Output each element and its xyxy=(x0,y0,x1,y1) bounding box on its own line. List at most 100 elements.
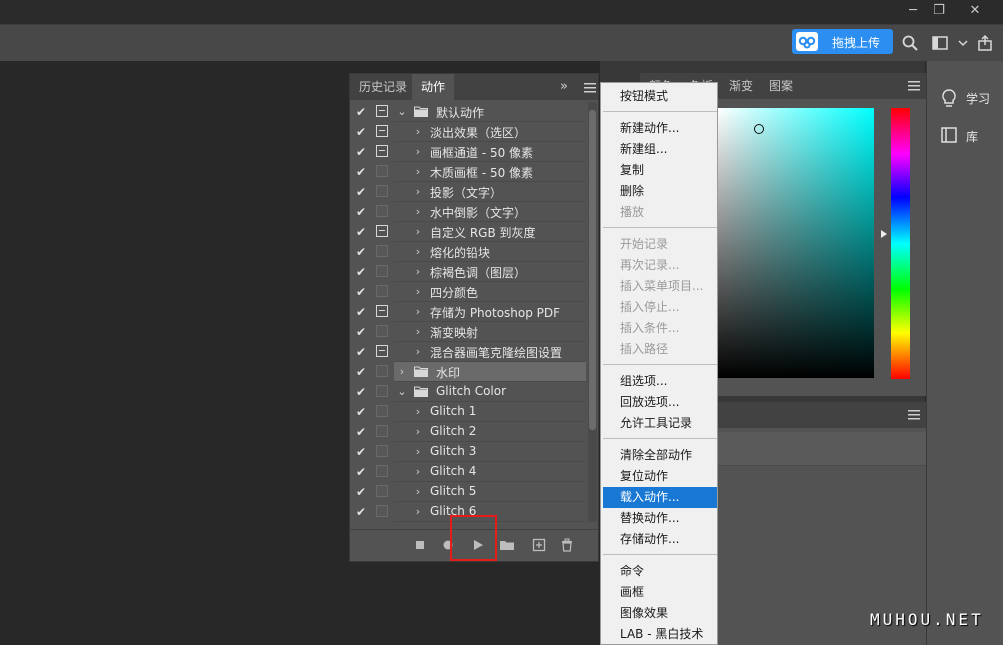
toggle-checkmark-icon[interactable]: ✔ xyxy=(356,365,370,379)
toggle-checkmark-icon[interactable]: ✔ xyxy=(356,165,370,179)
panel-menu-icon[interactable] xyxy=(584,83,596,93)
chevron-right-icon[interactable]: › xyxy=(412,464,424,480)
menu-item[interactable]: 命令 xyxy=(603,561,717,582)
chevron-right-icon[interactable]: › xyxy=(412,444,424,460)
dialog-toggle-icon[interactable] xyxy=(376,425,388,437)
dialog-toggle-icon[interactable] xyxy=(376,405,388,417)
toggle-checkmark-icon[interactable]: ✔ xyxy=(356,425,370,439)
restore-button[interactable]: ❐ xyxy=(924,0,954,22)
toggle-checkmark-icon[interactable]: ✔ xyxy=(356,145,370,159)
action-row[interactable]: ✔ › 四分颜色 xyxy=(350,282,586,302)
chevron-right-icon[interactable]: › xyxy=(412,264,424,280)
new-action-icon[interactable] xyxy=(531,537,547,553)
toggle-checkmark-icon[interactable]: ✔ xyxy=(356,125,370,139)
chevron-right-icon[interactable]: › xyxy=(412,204,424,220)
toggle-checkmark-icon[interactable]: ✔ xyxy=(356,505,370,519)
menu-item[interactable]: 组选项... xyxy=(603,371,717,392)
chevron-right-icon[interactable]: › xyxy=(412,144,424,160)
action-row[interactable]: ✔ › Glitch 4 xyxy=(350,462,586,482)
panel-menu-icon[interactable] xyxy=(908,410,920,420)
menu-item[interactable]: 删除 xyxy=(603,181,717,202)
action-row[interactable]: ✔ › Glitch 2 xyxy=(350,422,586,442)
color-field[interactable] xyxy=(718,108,874,378)
share-icon[interactable] xyxy=(976,34,994,52)
actions-scrollbar-thumb[interactable] xyxy=(589,110,596,430)
dialog-toggle-icon[interactable] xyxy=(376,465,388,477)
menu-item[interactable]: 复制 xyxy=(603,160,717,181)
toggle-checkmark-icon[interactable]: ✔ xyxy=(356,485,370,499)
upload-button[interactable]: 拖拽上传 xyxy=(792,29,893,54)
chevron-right-icon[interactable]: › xyxy=(412,324,424,340)
action-row[interactable]: ✔ › Glitch 1 xyxy=(350,402,586,422)
chevron-right-icon[interactable]: › xyxy=(412,344,424,360)
menu-item[interactable]: 按钮模式 xyxy=(603,86,717,107)
menu-item[interactable]: 复位动作 xyxy=(603,466,717,487)
dialog-toggle-icon[interactable] xyxy=(376,325,388,337)
action-row[interactable]: ✔ › 渐变映射 xyxy=(350,322,586,342)
search-icon[interactable] xyxy=(901,34,919,52)
chevron-right-icon[interactable]: › xyxy=(412,244,424,260)
dialog-toggle-icon[interactable] xyxy=(376,485,388,497)
menu-item[interactable]: 替换动作... xyxy=(603,508,717,529)
action-row[interactable]: ✔ › Glitch 3 xyxy=(350,442,586,462)
action-row[interactable]: ✔ › 木质画框 - 50 像素 xyxy=(350,162,586,182)
action-row[interactable]: ✔ › 棕褐色调（图层） xyxy=(350,262,586,282)
action-row[interactable]: ✔ › 画框通道 - 50 像素 xyxy=(350,142,586,162)
dialog-toggle-icon[interactable] xyxy=(376,225,388,237)
action-row[interactable]: ✔ › 自定义 RGB 到灰度 xyxy=(350,222,586,242)
toggle-checkmark-icon[interactable]: ✔ xyxy=(356,345,370,359)
toggle-checkmark-icon[interactable]: ✔ xyxy=(356,245,370,259)
action-row[interactable]: ✔ › 熔化的铅块 xyxy=(350,242,586,262)
dialog-toggle-icon[interactable] xyxy=(376,165,388,177)
toggle-checkmark-icon[interactable]: ✔ xyxy=(356,285,370,299)
chevron-right-icon[interactable]: › xyxy=(412,304,424,320)
chevron-down-icon[interactable]: ⌄ xyxy=(396,104,408,120)
action-row[interactable]: ✔ › Glitch 5 xyxy=(350,482,586,502)
action-set-row[interactable]: ✔ › 水印 xyxy=(350,362,586,382)
toggle-checkmark-icon[interactable]: ✔ xyxy=(356,185,370,199)
action-row[interactable]: ✔ › 淡出效果（选区） xyxy=(350,122,586,142)
chevron-right-icon[interactable]: › xyxy=(412,224,424,240)
chevron-right-icon[interactable]: › xyxy=(412,404,424,420)
new-set-icon[interactable] xyxy=(499,537,515,553)
dock-item-learn[interactable]: 学习 xyxy=(927,81,1003,115)
close-button[interactable]: ✕ xyxy=(960,0,990,22)
color-picker-cursor[interactable] xyxy=(754,124,764,134)
toggle-checkmark-icon[interactable]: ✔ xyxy=(356,225,370,239)
menu-item[interactable]: 载入动作... xyxy=(603,487,717,508)
stop-icon[interactable] xyxy=(412,537,428,553)
chevron-right-icon[interactable]: › xyxy=(412,164,424,180)
toggle-checkmark-icon[interactable]: ✔ xyxy=(356,405,370,419)
menu-item[interactable]: 存储动作... xyxy=(603,529,717,550)
menu-item[interactable]: 清除全部动作 xyxy=(603,445,717,466)
toggle-checkmark-icon[interactable]: ✔ xyxy=(356,465,370,479)
menu-item[interactable]: 允许工具记录 xyxy=(603,413,717,434)
chevron-right-icon[interactable]: › xyxy=(412,124,424,140)
menu-item[interactable]: 图像效果 xyxy=(603,603,717,624)
dialog-toggle-icon[interactable] xyxy=(376,205,388,217)
toggle-checkmark-icon[interactable]: ✔ xyxy=(356,305,370,319)
menu-item[interactable]: 新建动作... xyxy=(603,118,717,139)
chevron-right-icon[interactable]: › xyxy=(412,484,424,500)
dialog-toggle-icon[interactable] xyxy=(376,285,388,297)
dialog-toggle-icon[interactable] xyxy=(376,445,388,457)
toggle-checkmark-icon[interactable]: ✔ xyxy=(356,445,370,459)
chevron-right-icon[interactable]: › xyxy=(412,184,424,200)
action-row[interactable]: ✔ › 混合器画笔克隆绘图设置 xyxy=(350,342,586,362)
hue-slider-handle[interactable] xyxy=(881,230,887,238)
action-row[interactable]: ✔ › 存储为 Photoshop PDF xyxy=(350,302,586,322)
chevron-down-icon[interactable]: ⌄ xyxy=(396,384,408,400)
dialog-toggle-icon[interactable] xyxy=(376,265,388,277)
expand-panel-icon[interactable]: » xyxy=(560,79,568,94)
dialog-toggle-icon[interactable] xyxy=(376,125,388,137)
tab-gradients[interactable]: 渐变 xyxy=(720,73,762,99)
dialog-toggle-icon[interactable] xyxy=(376,145,388,157)
chevron-right-icon[interactable]: › xyxy=(412,284,424,300)
panel-menu-icon[interactable] xyxy=(908,81,920,91)
toggle-checkmark-icon[interactable]: ✔ xyxy=(356,105,370,119)
dialog-toggle-icon[interactable] xyxy=(376,385,388,397)
menu-item[interactable]: 画框 xyxy=(603,582,717,603)
tab-actions[interactable]: 动作 xyxy=(412,74,455,100)
dialog-toggle-icon[interactable] xyxy=(376,345,388,357)
tab-history[interactable]: 历史记录 xyxy=(350,74,416,100)
